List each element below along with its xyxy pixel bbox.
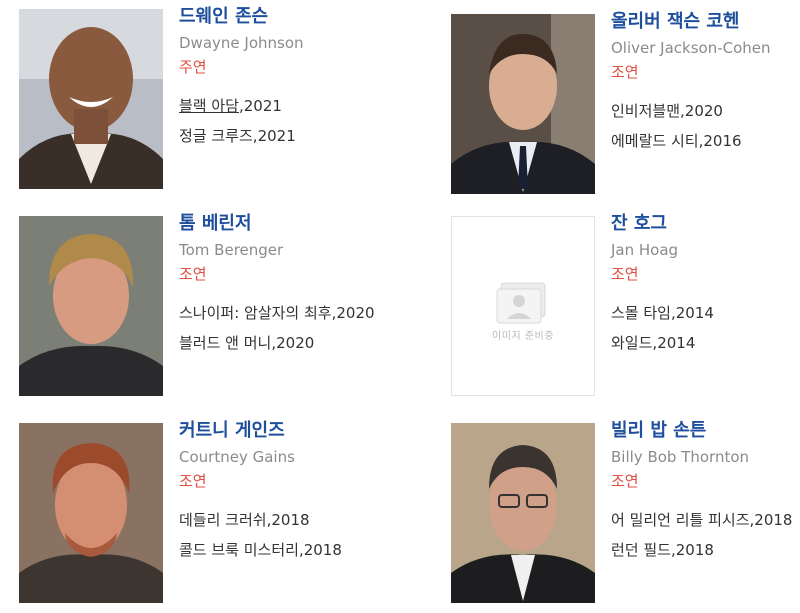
filmography-list: 인비저블맨,2020 에메랄드 시티,2016 [611, 96, 800, 156]
filmography-item[interactable]: 블랙 아담,2021 [179, 91, 409, 121]
role-label: 조연 [611, 265, 639, 283]
actor-name-korean[interactable]: 드웨인 존슨 [179, 5, 409, 29]
filmography-item[interactable]: 스몰 타임,2014 [611, 298, 800, 328]
filmography-item[interactable]: 블러드 앤 머니,2020 [179, 328, 409, 358]
image-placeholder-text: 이미지 준비중 [492, 331, 554, 342]
filmography-item[interactable]: 정글 크루즈,2021 [179, 121, 409, 151]
filmography-item[interactable]: 콜드 브룩 미스터리,2018 [179, 535, 409, 565]
actor-photo[interactable] [19, 9, 163, 189]
actor-photo-placeholder[interactable]: 이미지 준비중 [451, 216, 595, 396]
filmography-item[interactable]: 데들리 크러쉬,2018 [179, 505, 409, 535]
actor-name-english: Jan Hoag [611, 241, 679, 259]
actor-name-korean[interactable]: 커트니 게인즈 [179, 419, 409, 443]
filmography-item[interactable]: 스나이퍼: 암살자의 최후,2020 [179, 298, 409, 328]
filmography-item[interactable]: 런던 필드,2018 [611, 535, 800, 565]
filmography-item[interactable]: 에메랄드 시티,2016 [611, 126, 800, 156]
filmography-list: 어 밀리언 리틀 피시즈,2018 런던 필드,2018 [611, 505, 800, 565]
filmography-list: 블랙 아담,2021 정글 크루즈,2021 [179, 91, 409, 151]
filmography-item[interactable]: 인비저블맨,2020 [611, 96, 800, 126]
actor-photo[interactable] [451, 423, 595, 603]
actor-name-korean[interactable]: 톰 베린저 [179, 212, 409, 236]
actor-info: 드웨인 존슨 Dwayne Johnson 주연 블랙 아담,2021 정글 크… [179, 5, 409, 151]
actor-name-korean[interactable]: 빌리 밥 손튼 [611, 419, 800, 443]
actor-name-english: Dwayne Johnson [179, 34, 304, 52]
actor-photo[interactable] [19, 216, 163, 396]
actor-photo[interactable] [451, 14, 595, 194]
role-label: 조연 [179, 265, 207, 283]
actor-info: 빌리 밥 손튼 Billy Bob Thornton 조연 어 밀리언 리틀 피… [611, 419, 800, 565]
cast-card: 드웨인 존슨 Dwayne Johnson 주연 블랙 아담,2021 정글 크… [19, 6, 399, 199]
filmography-list: 스나이퍼: 암살자의 최후,2020 블러드 앤 머니,2020 [179, 298, 409, 358]
cast-card: 올리버 잭슨 코헨 Oliver Jackson-Cohen 조연 인비저블맨,… [451, 11, 800, 204]
actor-info: 올리버 잭슨 코헨 Oliver Jackson-Cohen 조연 인비저블맨,… [611, 10, 800, 156]
cast-card: 톰 베린저 Tom Berenger 조연 스나이퍼: 암살자의 최후,2020… [19, 213, 399, 406]
actor-info: 커트니 게인즈 Courtney Gains 조연 데들리 크러쉬,2018 콜… [179, 419, 409, 565]
cast-card: 이미지 준비중 잔 호그 Jan Hoag 조연 스몰 타임,2014 와일드,… [451, 213, 800, 406]
role-label: 조연 [611, 472, 639, 490]
actor-info: 잔 호그 Jan Hoag 조연 스몰 타임,2014 와일드,2014 [611, 212, 800, 358]
image-placeholder-icon [496, 282, 546, 324]
actor-photo[interactable] [19, 423, 163, 603]
role-label: 조연 [179, 472, 207, 490]
actor-name-english: Tom Berenger [179, 241, 284, 259]
cast-card: 커트니 게인즈 Courtney Gains 조연 데들리 크러쉬,2018 콜… [19, 420, 399, 613]
role-label: 주연 [179, 58, 207, 76]
actor-info: 톰 베린저 Tom Berenger 조연 스나이퍼: 암살자의 최후,2020… [179, 212, 409, 358]
filmography-list: 스몰 타임,2014 와일드,2014 [611, 298, 800, 358]
actor-name-english: Billy Bob Thornton [611, 448, 750, 466]
actor-name-korean[interactable]: 올리버 잭슨 코헨 [611, 10, 800, 34]
role-label: 조연 [611, 63, 639, 81]
cast-card: 빌리 밥 손튼 Billy Bob Thornton 조연 어 밀리언 리틀 피… [451, 420, 800, 613]
actor-name-english: Courtney Gains [179, 448, 295, 466]
filmography-item[interactable]: 와일드,2014 [611, 328, 800, 358]
filmography-item[interactable]: 어 밀리언 리틀 피시즈,2018 [611, 505, 800, 535]
filmography-list: 데들리 크러쉬,2018 콜드 브룩 미스터리,2018 [179, 505, 409, 565]
actor-name-korean[interactable]: 잔 호그 [611, 212, 800, 236]
actor-name-english: Oliver Jackson-Cohen [611, 39, 771, 57]
